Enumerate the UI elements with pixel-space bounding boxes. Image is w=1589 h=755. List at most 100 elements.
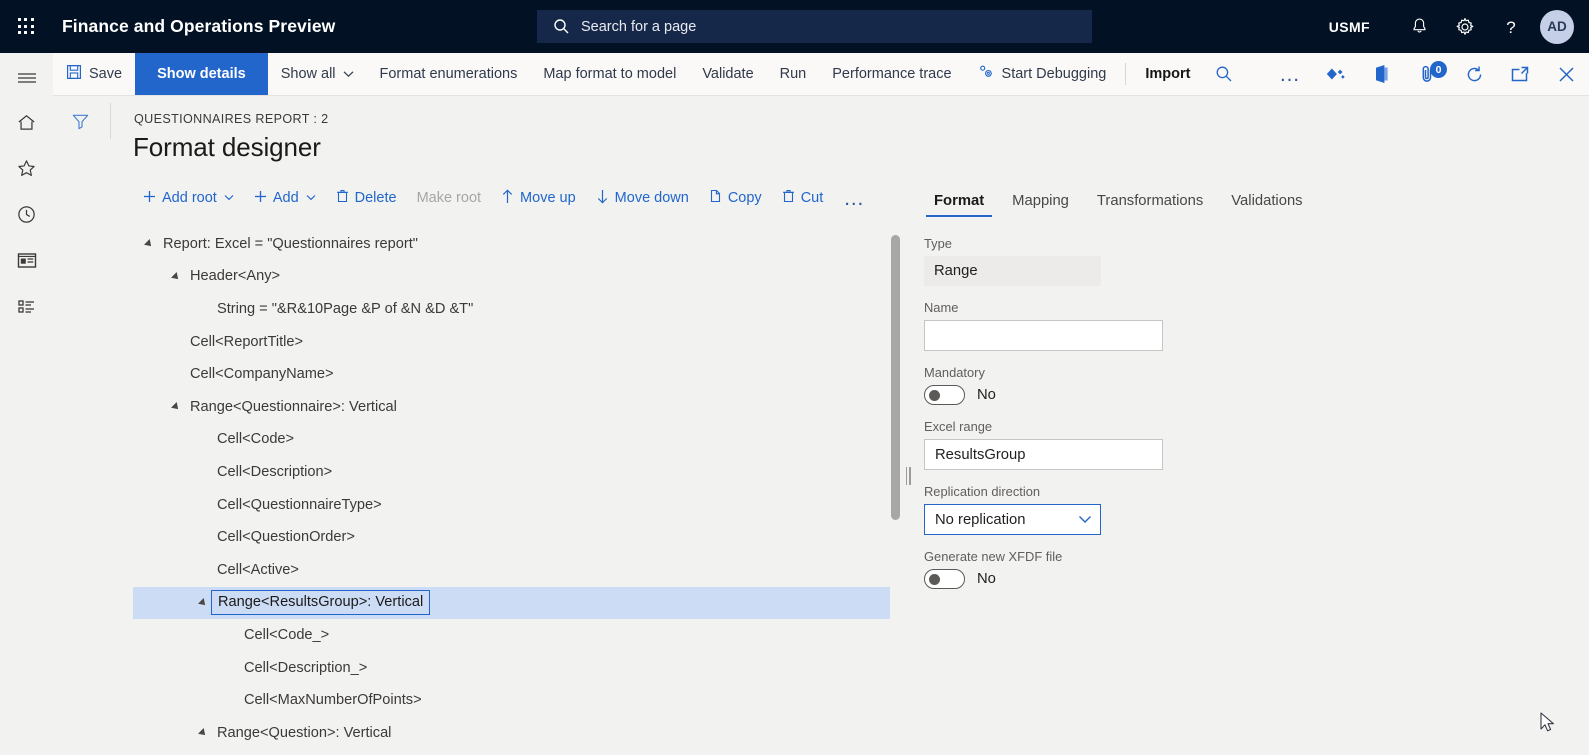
- help-question-icon[interactable]: ?: [1488, 0, 1534, 53]
- tree-node-label: Header<Any>: [190, 268, 281, 285]
- tree-node[interactable]: Range<Questionnaire>: Vertical: [133, 391, 890, 424]
- tree-expand-toggle[interactable]: [195, 597, 211, 608]
- tab-format[interactable]: Format: [920, 193, 998, 217]
- chevron-down-icon: [343, 66, 354, 82]
- tree-node[interactable]: Cell<CompanyName>: [133, 358, 890, 391]
- arrow-up-icon: [501, 188, 514, 208]
- mandatory-label: Mandatory: [924, 365, 985, 380]
- refresh-icon[interactable]: [1451, 53, 1497, 95]
- tree-node[interactable]: Cell<ReportTitle>: [133, 326, 890, 359]
- attachments-count-badge: 0: [1430, 61, 1447, 78]
- tree-scrollbar-thumb[interactable]: [891, 235, 900, 520]
- type-value: Range: [924, 256, 1101, 286]
- toggle-knob: [929, 574, 940, 586]
- show-all-menu[interactable]: Show all: [268, 53, 367, 95]
- tree-node[interactable]: Cell<Description>: [133, 456, 890, 489]
- settings-gear-icon[interactable]: [1442, 0, 1488, 53]
- import-button[interactable]: Import: [1132, 53, 1203, 95]
- trash-icon: [782, 189, 795, 207]
- tree-node-selected[interactable]: Range<ResultsGroup>: Vertical: [133, 586, 890, 620]
- name-input[interactable]: [924, 320, 1163, 351]
- delete-button[interactable]: Delete: [326, 183, 407, 213]
- filter-funnel-icon[interactable]: [60, 104, 100, 138]
- user-avatar[interactable]: AD: [1540, 9, 1574, 44]
- tree-node[interactable]: Cell<Code>: [133, 424, 890, 457]
- share-diamond-icon[interactable]: [1313, 53, 1359, 95]
- tree-node[interactable]: Cell<QuestionOrder>: [133, 521, 890, 554]
- tree-expand-toggle[interactable]: [168, 271, 184, 282]
- tree-node-label: String = "&R&10Page &P of &N &D &T": [217, 300, 474, 317]
- show-all-label: Show all: [280, 66, 336, 82]
- show-details-button[interactable]: Show details: [135, 53, 268, 95]
- tree-scrollbar[interactable]: [890, 230, 900, 755]
- chevron-down-icon: [1078, 512, 1092, 528]
- sidebar-item-recent[interactable]: [0, 191, 53, 237]
- replication-direction-select[interactable]: No replication: [924, 504, 1101, 535]
- tree-node[interactable]: String = "&R&10Page &P of &N &D &T": [133, 293, 890, 326]
- run-button[interactable]: Run: [767, 53, 820, 95]
- move-up-button[interactable]: Move up: [491, 183, 586, 213]
- sidebar-item-workspaces[interactable]: [0, 237, 53, 283]
- close-icon[interactable]: [1543, 53, 1589, 95]
- command-bar-search-icon[interactable]: [1203, 53, 1245, 95]
- open-in-new-window-icon[interactable]: [1497, 53, 1543, 95]
- start-debugging-button[interactable]: Start Debugging: [965, 53, 1120, 95]
- sidebar-item-favorites[interactable]: [0, 145, 53, 191]
- tree-node[interactable]: Cell<QuestionnaireType>: [133, 489, 890, 522]
- sidebar-item-home[interactable]: [0, 99, 53, 145]
- command-bar: Save Show details Show all Format enumer…: [53, 53, 1589, 96]
- chevron-expanded-icon: [198, 728, 208, 739]
- company-selector[interactable]: USMF: [1329, 19, 1370, 35]
- arrow-down-icon: [596, 189, 609, 208]
- app-root: Finance and Operations Preview Search fo…: [0, 0, 1589, 755]
- tab-validations[interactable]: Validations: [1217, 193, 1316, 217]
- attachments-icon[interactable]: 0: [1405, 53, 1451, 95]
- mandatory-toggle[interactable]: [924, 385, 965, 405]
- tree-node-label: Range<ResultsGroup>: Vertical: [211, 590, 431, 616]
- save-button[interactable]: Save: [53, 53, 135, 95]
- tree-node[interactable]: Range<Question>: Vertical: [133, 717, 890, 750]
- add-button[interactable]: Add: [244, 183, 326, 213]
- command-bar-overflow-button[interactable]: …: [1267, 53, 1313, 95]
- tree-node[interactable]: Cell<Code_>: [133, 619, 890, 652]
- save-icon: [66, 64, 82, 84]
- tree-node[interactable]: Cell<Active>: [133, 554, 890, 587]
- add-root-button[interactable]: Add root: [133, 183, 244, 213]
- global-search-input[interactable]: Search for a page: [537, 10, 1092, 43]
- tab-mapping[interactable]: Mapping: [998, 193, 1083, 217]
- app-launcher-waffle-icon[interactable]: [0, 0, 52, 53]
- validate-button[interactable]: Validate: [689, 53, 766, 95]
- sidebar-item-modules[interactable]: [0, 283, 53, 329]
- panel-splitter-handle[interactable]: [903, 466, 913, 486]
- name-label: Name: [924, 300, 959, 315]
- format-enumerations-button[interactable]: Format enumerations: [367, 53, 531, 95]
- command-bar-spacer: [1245, 53, 1267, 95]
- tree-expand-toggle[interactable]: [195, 728, 211, 739]
- tree-node[interactable]: Header<Any>: [133, 261, 890, 294]
- cut-button[interactable]: Cut: [772, 183, 834, 213]
- performance-trace-button[interactable]: Performance trace: [819, 53, 964, 95]
- office-app-icon[interactable]: [1359, 53, 1405, 95]
- mandatory-field-group: Mandatory No: [924, 365, 1344, 405]
- tree-toolbar-overflow-button[interactable]: …: [833, 183, 875, 213]
- tab-transformations[interactable]: Transformations: [1083, 193, 1217, 217]
- move-down-label: Move down: [614, 190, 689, 206]
- type-field-group: Type Range: [924, 236, 1344, 286]
- breadcrumb[interactable]: QUESTIONNAIRES REPORT : 2: [134, 112, 328, 126]
- tree-node[interactable]: Report: Excel = "Questionnaires report": [133, 228, 890, 261]
- replication-direction-value: No replication: [935, 511, 1026, 528]
- tree-node[interactable]: Cell<Description_>: [133, 652, 890, 685]
- hamburger-menu-icon[interactable]: [0, 57, 53, 99]
- tree-node[interactable]: Cell<MaxNumberOfPoints>: [133, 684, 890, 717]
- add-label: Add: [272, 190, 299, 206]
- excel-range-input[interactable]: ResultsGroup: [924, 439, 1163, 470]
- xfdf-toggle[interactable]: [924, 569, 965, 589]
- map-format-to-model-button[interactable]: Map format to model: [530, 53, 689, 95]
- notifications-bell-icon[interactable]: [1396, 0, 1442, 53]
- replication-direction-label: Replication direction: [924, 484, 1041, 499]
- tree-expand-toggle[interactable]: [141, 239, 157, 250]
- tree-expand-toggle[interactable]: [168, 402, 184, 413]
- tree-node-label: Range<Question>: Vertical: [217, 724, 392, 741]
- move-down-button[interactable]: Move down: [586, 183, 699, 213]
- copy-button[interactable]: Copy: [699, 183, 772, 213]
